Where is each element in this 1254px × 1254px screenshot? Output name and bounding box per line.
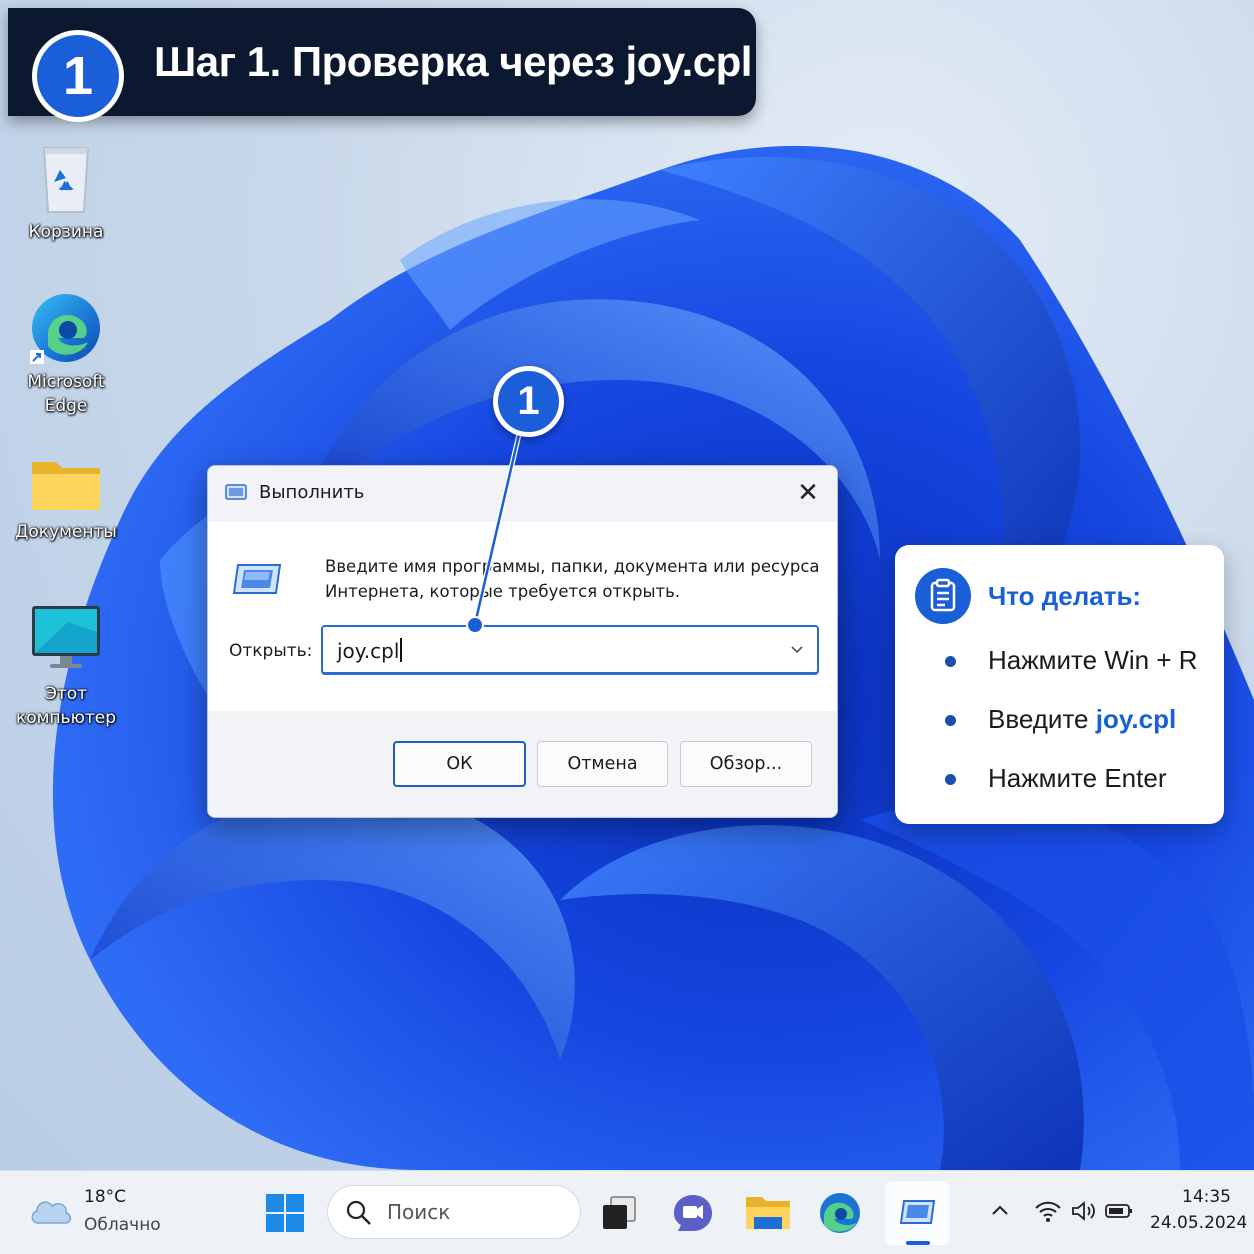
battery-icon[interactable] [1104,1199,1134,1227]
bullet-icon [945,715,956,726]
open-input-value[interactable]: joy.cpl [337,638,402,663]
run-description: Введите имя программы, папки, документа … [325,557,820,601]
weather-temperature: 18°C [84,1187,127,1207]
run-taskbar-button[interactable] [885,1181,949,1245]
teams-chat-button[interactable] [666,1187,718,1239]
clock-date: 24.05.2024 [1150,1213,1248,1233]
run-dialog: Выполнить ✕ Введите имя программы, папки… [207,465,838,818]
step-title: Шаг 1. Проверка через joy.cpl [154,38,752,85]
desktop-icon-recycle-bin[interactable]: Корзина [6,140,126,244]
desktop-icon-label: Этот компьютер [15,684,117,728]
folder-icon [742,1197,794,1243]
run-app-icon [225,483,247,505]
run-program-icon [232,561,282,601]
close-button[interactable]: ✕ [791,476,825,510]
edge-icon [814,1193,866,1243]
run-dialog-titlebar[interactable]: Выполнить ✕ [208,466,837,522]
chevron-down-icon[interactable] [787,639,807,663]
desktop-icon-label: Microsoft Edge [27,372,105,416]
bullet-icon [945,774,956,785]
desktop-icon-label: Корзина [28,222,104,242]
clock-time: 14:35 [1182,1187,1231,1207]
instructions-card: Что делать: Нажмите Win + R Введите joy.… [895,545,1224,824]
edge-taskbar-button[interactable] [814,1187,866,1239]
bullet-icon [945,656,956,667]
computer-icon [28,602,104,678]
run-app-icon [892,1187,942,1241]
cancel-button[interactable]: Отмена [537,741,668,787]
active-app-indicator [906,1241,930,1245]
desktop-icon-edge[interactable]: Microsoft Edge [6,290,126,418]
folder-icon [28,452,104,516]
cloud-icon [28,1193,72,1231]
start-button[interactable] [259,1187,311,1239]
close-icon: ✕ [797,478,819,508]
chevron-up-icon[interactable] [988,1199,1012,1227]
weather-description: Облачно [84,1215,161,1235]
desktop-icon-this-pc[interactable]: Этот компьютер [6,602,126,730]
step-banner: 1 Шаг 1. Проверка через joy.cpl [8,8,756,122]
instruction-text: Нажмите Enter [988,763,1167,793]
edge-icon [28,290,104,366]
step-number-badge: 1 [32,30,124,122]
instruction-item: Нажмите Enter [945,763,1166,794]
file-explorer-button[interactable] [742,1187,794,1239]
callout-marker: 1 [493,366,564,437]
search-icon [345,1199,373,1231]
run-dialog-title: Выполнить [259,482,365,503]
instruction-text: Введите [988,704,1096,734]
instruction-highlight: joy.cpl [1095,704,1177,734]
instruction-item: Введите joy.cpl [945,704,1176,735]
clipboard-icon [915,568,971,624]
recycle-bin-icon [28,140,104,216]
chat-icon [666,1195,718,1243]
search-placeholder: Поиск [387,1200,451,1224]
task-view-button[interactable] [595,1187,647,1239]
taskbar: 18°C Облачно Поиск 14:35 24.05.2024 [0,1170,1254,1254]
desktop-icon-label: Документы [15,522,117,542]
ok-button[interactable]: ОК [393,741,526,787]
wifi-icon[interactable] [1034,1199,1062,1227]
windows-logo-icon [259,1194,311,1243]
desktop-icon-documents[interactable]: Документы [6,452,126,544]
browse-button[interactable]: Обзор... [680,741,812,787]
instruction-text: Нажмите Win + R [988,645,1198,675]
card-title: Что делать: [988,581,1142,611]
instruction-item: Нажмите Win + R [945,645,1198,676]
task-view-icon [595,1196,647,1243]
taskbar-search[interactable]: Поиск [327,1185,581,1239]
open-label: Открыть: [229,641,313,661]
open-combobox[interactable]: joy.cpl [321,625,819,675]
volume-icon[interactable] [1070,1199,1098,1227]
